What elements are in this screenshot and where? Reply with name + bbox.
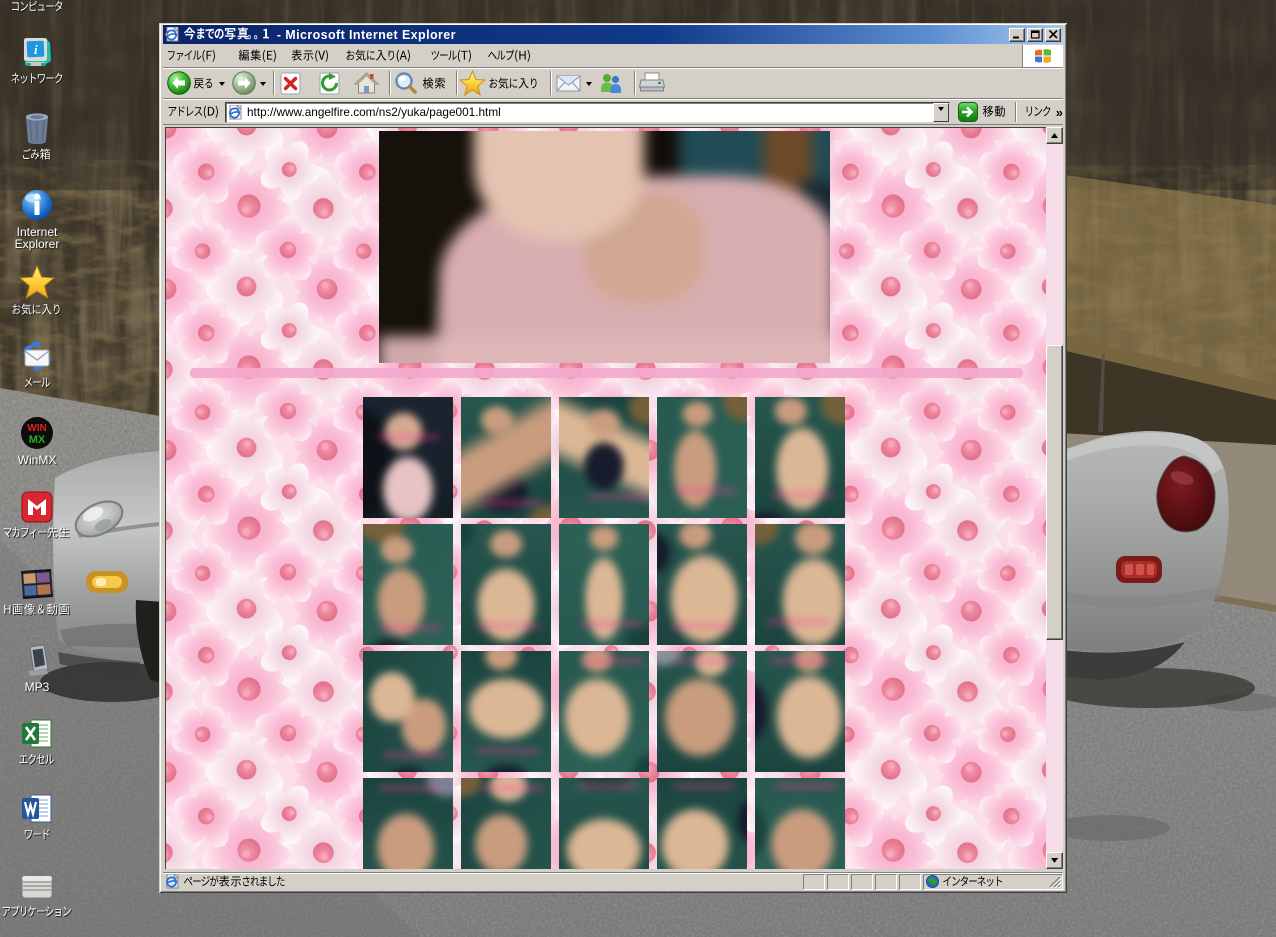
svg-text:WIN: WIN (27, 423, 46, 434)
svg-text:MX: MX (29, 434, 46, 446)
svg-text:i: i (34, 42, 38, 57)
